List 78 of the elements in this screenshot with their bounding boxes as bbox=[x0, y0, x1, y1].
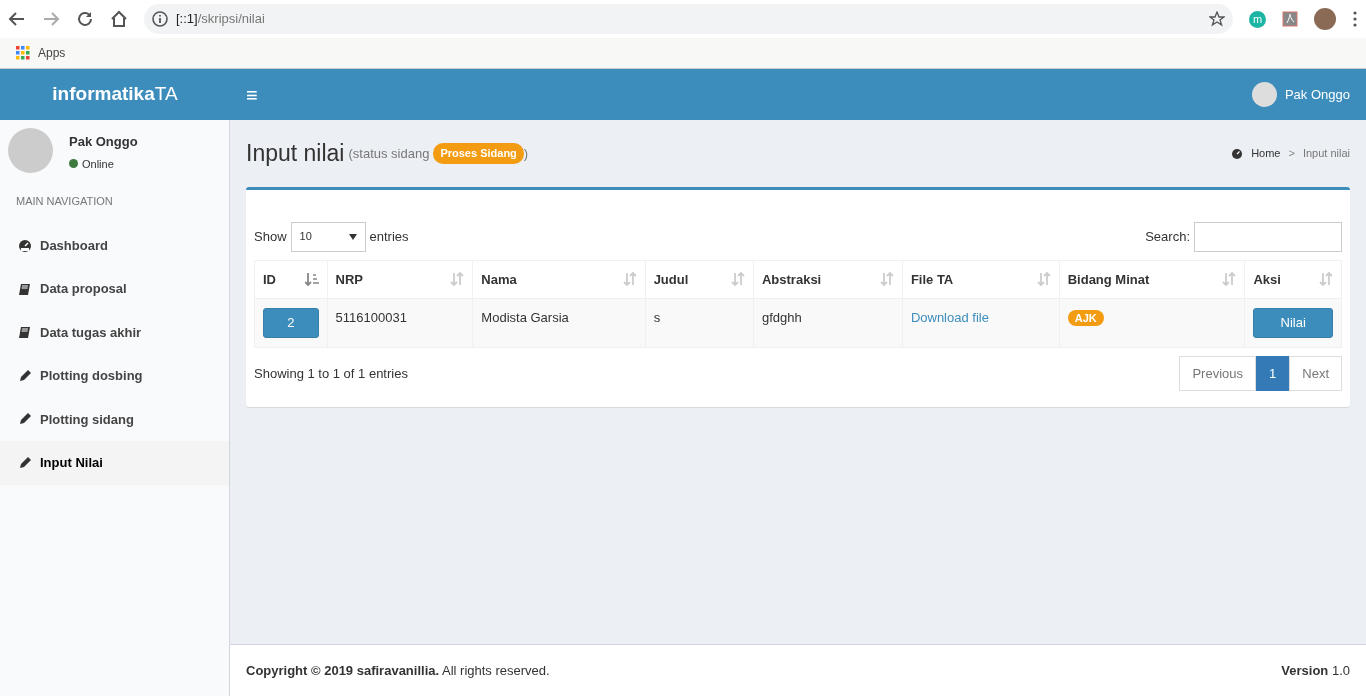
reload-icon[interactable] bbox=[76, 10, 94, 28]
copyright-text: Copyright © 2019 safiravanillia. All rights reserved. bbox=[246, 661, 550, 680]
sort-icon bbox=[1319, 272, 1333, 287]
column-header[interactable]: NRP bbox=[327, 260, 473, 299]
status-label: Proses Sidang bbox=[433, 143, 524, 164]
column-header[interactable]: Judul bbox=[645, 260, 754, 299]
status-text: Online bbox=[82, 156, 114, 172]
star-icon[interactable] bbox=[1209, 11, 1225, 27]
app-logo[interactable]: informatikaTA bbox=[52, 83, 178, 105]
table-info: Showing 1 to 1 of 1 entries bbox=[254, 364, 408, 383]
search-label: Search: bbox=[1145, 227, 1190, 246]
sort-icon bbox=[1222, 272, 1237, 287]
dashboard-icon bbox=[18, 238, 32, 253]
breadcrumb-current: Input nilai bbox=[1302, 146, 1350, 161]
bookmark-link[interactable]: Apps bbox=[38, 44, 66, 62]
download-link[interactable]: Download file bbox=[910, 310, 989, 325]
table-cell-text: s bbox=[653, 310, 661, 325]
nilai-button[interactable]: Nilai bbox=[1253, 308, 1333, 338]
nav-section-header: MAIN NAVIGATION bbox=[15, 194, 114, 209]
sort-icon bbox=[1036, 272, 1051, 287]
url-text: [::1]/skripsi/nilai bbox=[176, 10, 266, 29]
subtitle-text: ) bbox=[523, 144, 529, 163]
column-header[interactable]: Abstraksi bbox=[753, 260, 903, 299]
nav-item[interactable]: Data proposal bbox=[0, 267, 229, 311]
home-icon[interactable] bbox=[110, 10, 128, 28]
column-header[interactable]: Bidang Minat bbox=[1059, 260, 1245, 299]
info-icon bbox=[152, 11, 168, 27]
back-icon[interactable] bbox=[8, 10, 26, 28]
dashboard-icon bbox=[1231, 147, 1244, 160]
sort-icon bbox=[879, 272, 894, 287]
nav-item[interactable]: Input Nilai bbox=[0, 441, 229, 485]
nav-item[interactable]: Data tugas akhir bbox=[0, 310, 229, 354]
nav-item[interactable]: Plotting sidang bbox=[0, 397, 229, 441]
user-avatar bbox=[8, 128, 53, 173]
entries-label: entries bbox=[369, 227, 409, 246]
column-header[interactable]: ID bbox=[254, 260, 328, 299]
online-dot bbox=[69, 159, 78, 169]
pagination-button[interactable]: Previous bbox=[1179, 355, 1257, 391]
breadcrumb-separator: > bbox=[1288, 146, 1295, 161]
sort-icon bbox=[450, 272, 465, 287]
more-icon[interactable] bbox=[1352, 11, 1358, 27]
sort-ascending-icon bbox=[304, 272, 319, 287]
pencil-icon bbox=[18, 412, 32, 427]
search-field[interactable] bbox=[1194, 221, 1342, 252]
sort-icon bbox=[730, 272, 745, 287]
sort-icon bbox=[622, 272, 637, 287]
caret-icon bbox=[348, 233, 357, 240]
user-name: Pak Onggo bbox=[69, 133, 138, 151]
book-icon bbox=[18, 325, 32, 340]
column-header[interactable]: Aksi bbox=[1245, 260, 1342, 299]
profile-avatar[interactable] bbox=[1314, 8, 1336, 30]
user-name[interactable]: Pak Onggo bbox=[1284, 84, 1350, 105]
address-bar[interactable]: [::1]/skripsi/nilai bbox=[144, 4, 1233, 34]
menu-toggle[interactable]: ≡ bbox=[246, 79, 258, 110]
column-header[interactable]: Nama bbox=[472, 260, 646, 299]
pencil-icon bbox=[18, 455, 32, 470]
book-icon bbox=[18, 281, 32, 296]
pagination-button[interactable]: 1 bbox=[1256, 355, 1290, 391]
column-header[interactable]: File TA bbox=[902, 260, 1060, 299]
pagination-button[interactable]: Next bbox=[1289, 355, 1342, 391]
apps-grid-icon[interactable] bbox=[16, 46, 30, 60]
nav-item[interactable]: Plotting dosbing bbox=[0, 354, 229, 398]
select-value: 10 bbox=[299, 229, 312, 245]
user-avatar[interactable] bbox=[1251, 82, 1277, 107]
table-cell-text: 5116100031 bbox=[335, 310, 407, 325]
subtitle-text: (status sidang bbox=[348, 144, 430, 163]
show-label: Show bbox=[254, 227, 287, 246]
nav-item[interactable]: Dashboard bbox=[0, 223, 229, 267]
page-size-select[interactable]: 10 bbox=[290, 221, 366, 252]
id-button[interactable]: 2 bbox=[263, 308, 319, 338]
table-cell-text: gfdghh bbox=[761, 310, 802, 325]
pdf-icon[interactable] bbox=[1282, 11, 1298, 27]
breadcrumb-link[interactable]: Home bbox=[1251, 145, 1281, 162]
category-label: AJK bbox=[1067, 310, 1104, 326]
version-text: Version 1.0 bbox=[1281, 661, 1350, 680]
table-cell-text: Modista Garsia bbox=[481, 310, 569, 325]
page-title: Input nilai bbox=[246, 139, 345, 168]
pencil-icon bbox=[18, 368, 32, 383]
